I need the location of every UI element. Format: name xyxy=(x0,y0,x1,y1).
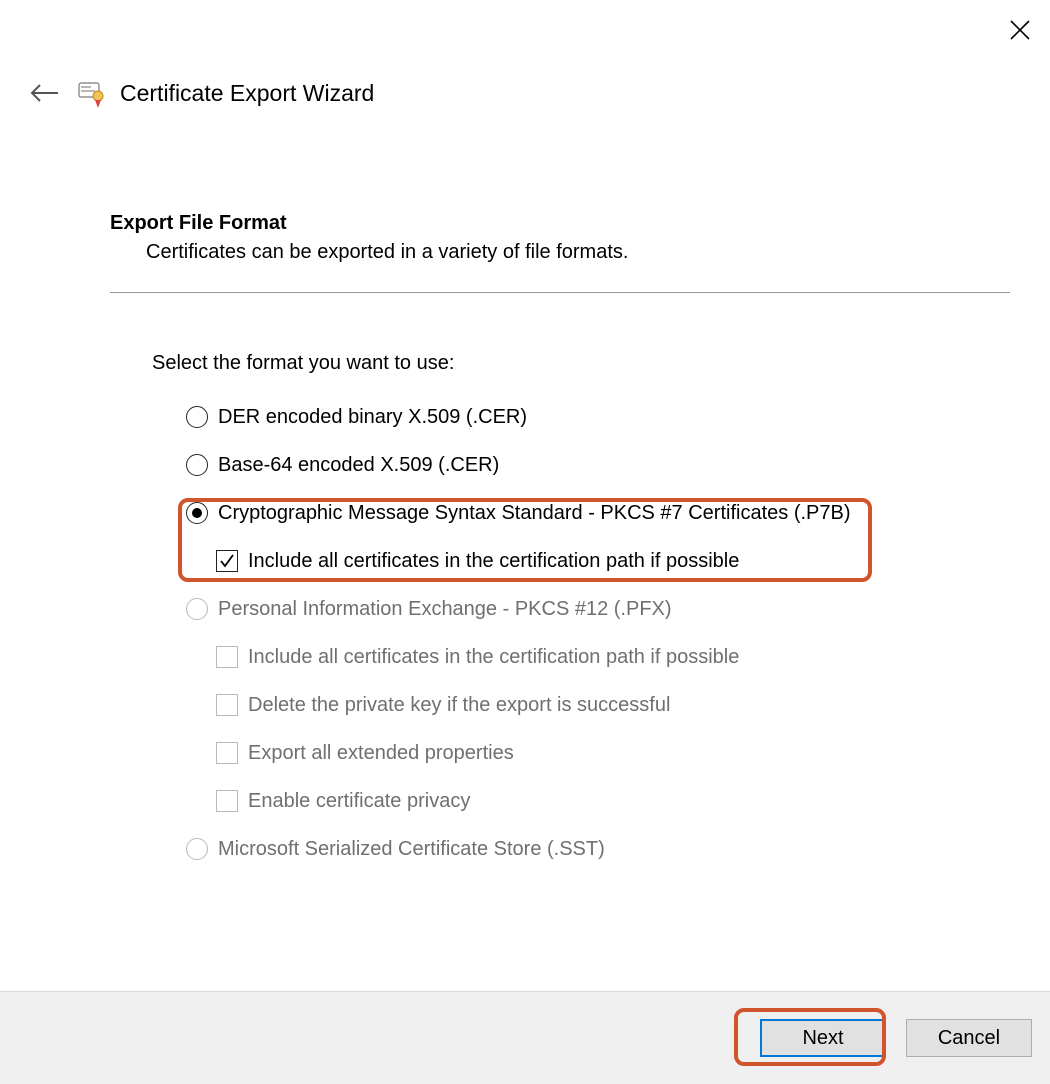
checkbox-pfx-delete-label: Delete the private key if the export is … xyxy=(248,693,670,717)
back-button[interactable] xyxy=(28,79,62,107)
section-title: Export File Format xyxy=(110,212,1010,235)
close-button[interactable] xyxy=(1008,18,1032,42)
wizard-header: Certificate Export Wizard xyxy=(28,78,374,108)
wizard-footer: Next Cancel xyxy=(0,991,1050,1084)
checkbox-p7b-include[interactable]: Include all certificates in the certific… xyxy=(216,549,990,573)
radio-icon xyxy=(186,454,208,476)
checkbox-pfx-privacy: Enable certificate privacy xyxy=(216,789,990,813)
checkbox-pfx-ext: Export all extended properties xyxy=(216,741,990,765)
next-button[interactable]: Next xyxy=(760,1019,886,1057)
radio-icon xyxy=(186,502,208,524)
radio-p7b[interactable]: Cryptographic Message Syntax Standard - … xyxy=(186,501,990,525)
wizard-title: Certificate Export Wizard xyxy=(120,80,374,107)
divider xyxy=(110,292,1010,293)
radio-icon xyxy=(186,406,208,428)
format-prompt: Select the format you want to use: xyxy=(152,352,990,375)
checkbox-pfx-delete: Delete the private key if the export is … xyxy=(216,693,990,717)
radio-base64[interactable]: Base-64 encoded X.509 (.CER) xyxy=(186,453,990,477)
checkmark-icon xyxy=(219,553,235,569)
arrow-left-icon xyxy=(28,79,62,107)
radio-base64-label: Base-64 encoded X.509 (.CER) xyxy=(218,453,499,477)
cancel-button[interactable]: Cancel xyxy=(906,1019,1032,1057)
radio-pfx-label: Personal Information Exchange - PKCS #12… xyxy=(218,597,672,621)
checkbox-icon xyxy=(216,646,238,668)
radio-p7b-label: Cryptographic Message Syntax Standard - … xyxy=(218,501,851,525)
radio-sst-label: Microsoft Serialized Certificate Store (… xyxy=(218,837,605,861)
checkbox-icon xyxy=(216,694,238,716)
checkbox-icon xyxy=(216,742,238,764)
certificate-icon xyxy=(76,78,106,108)
radio-pfx: Personal Information Exchange - PKCS #12… xyxy=(186,597,990,621)
radio-icon xyxy=(186,838,208,860)
checkbox-p7b-include-label: Include all certificates in the certific… xyxy=(248,549,739,573)
radio-icon xyxy=(186,598,208,620)
section-subtitle: Certificates can be exported in a variet… xyxy=(146,241,1010,264)
radio-der-label: DER encoded binary X.509 (.CER) xyxy=(218,405,527,429)
checkbox-pfx-ext-label: Export all extended properties xyxy=(248,741,514,765)
close-icon xyxy=(1008,18,1032,42)
checkbox-pfx-include: Include all certificates in the certific… xyxy=(216,645,990,669)
checkbox-pfx-include-label: Include all certificates in the certific… xyxy=(248,645,739,669)
radio-sst: Microsoft Serialized Certificate Store (… xyxy=(186,837,990,861)
checkbox-icon xyxy=(216,790,238,812)
radio-der[interactable]: DER encoded binary X.509 (.CER) xyxy=(186,405,990,429)
checkbox-icon xyxy=(216,550,238,572)
checkbox-pfx-privacy-label: Enable certificate privacy xyxy=(248,789,470,813)
